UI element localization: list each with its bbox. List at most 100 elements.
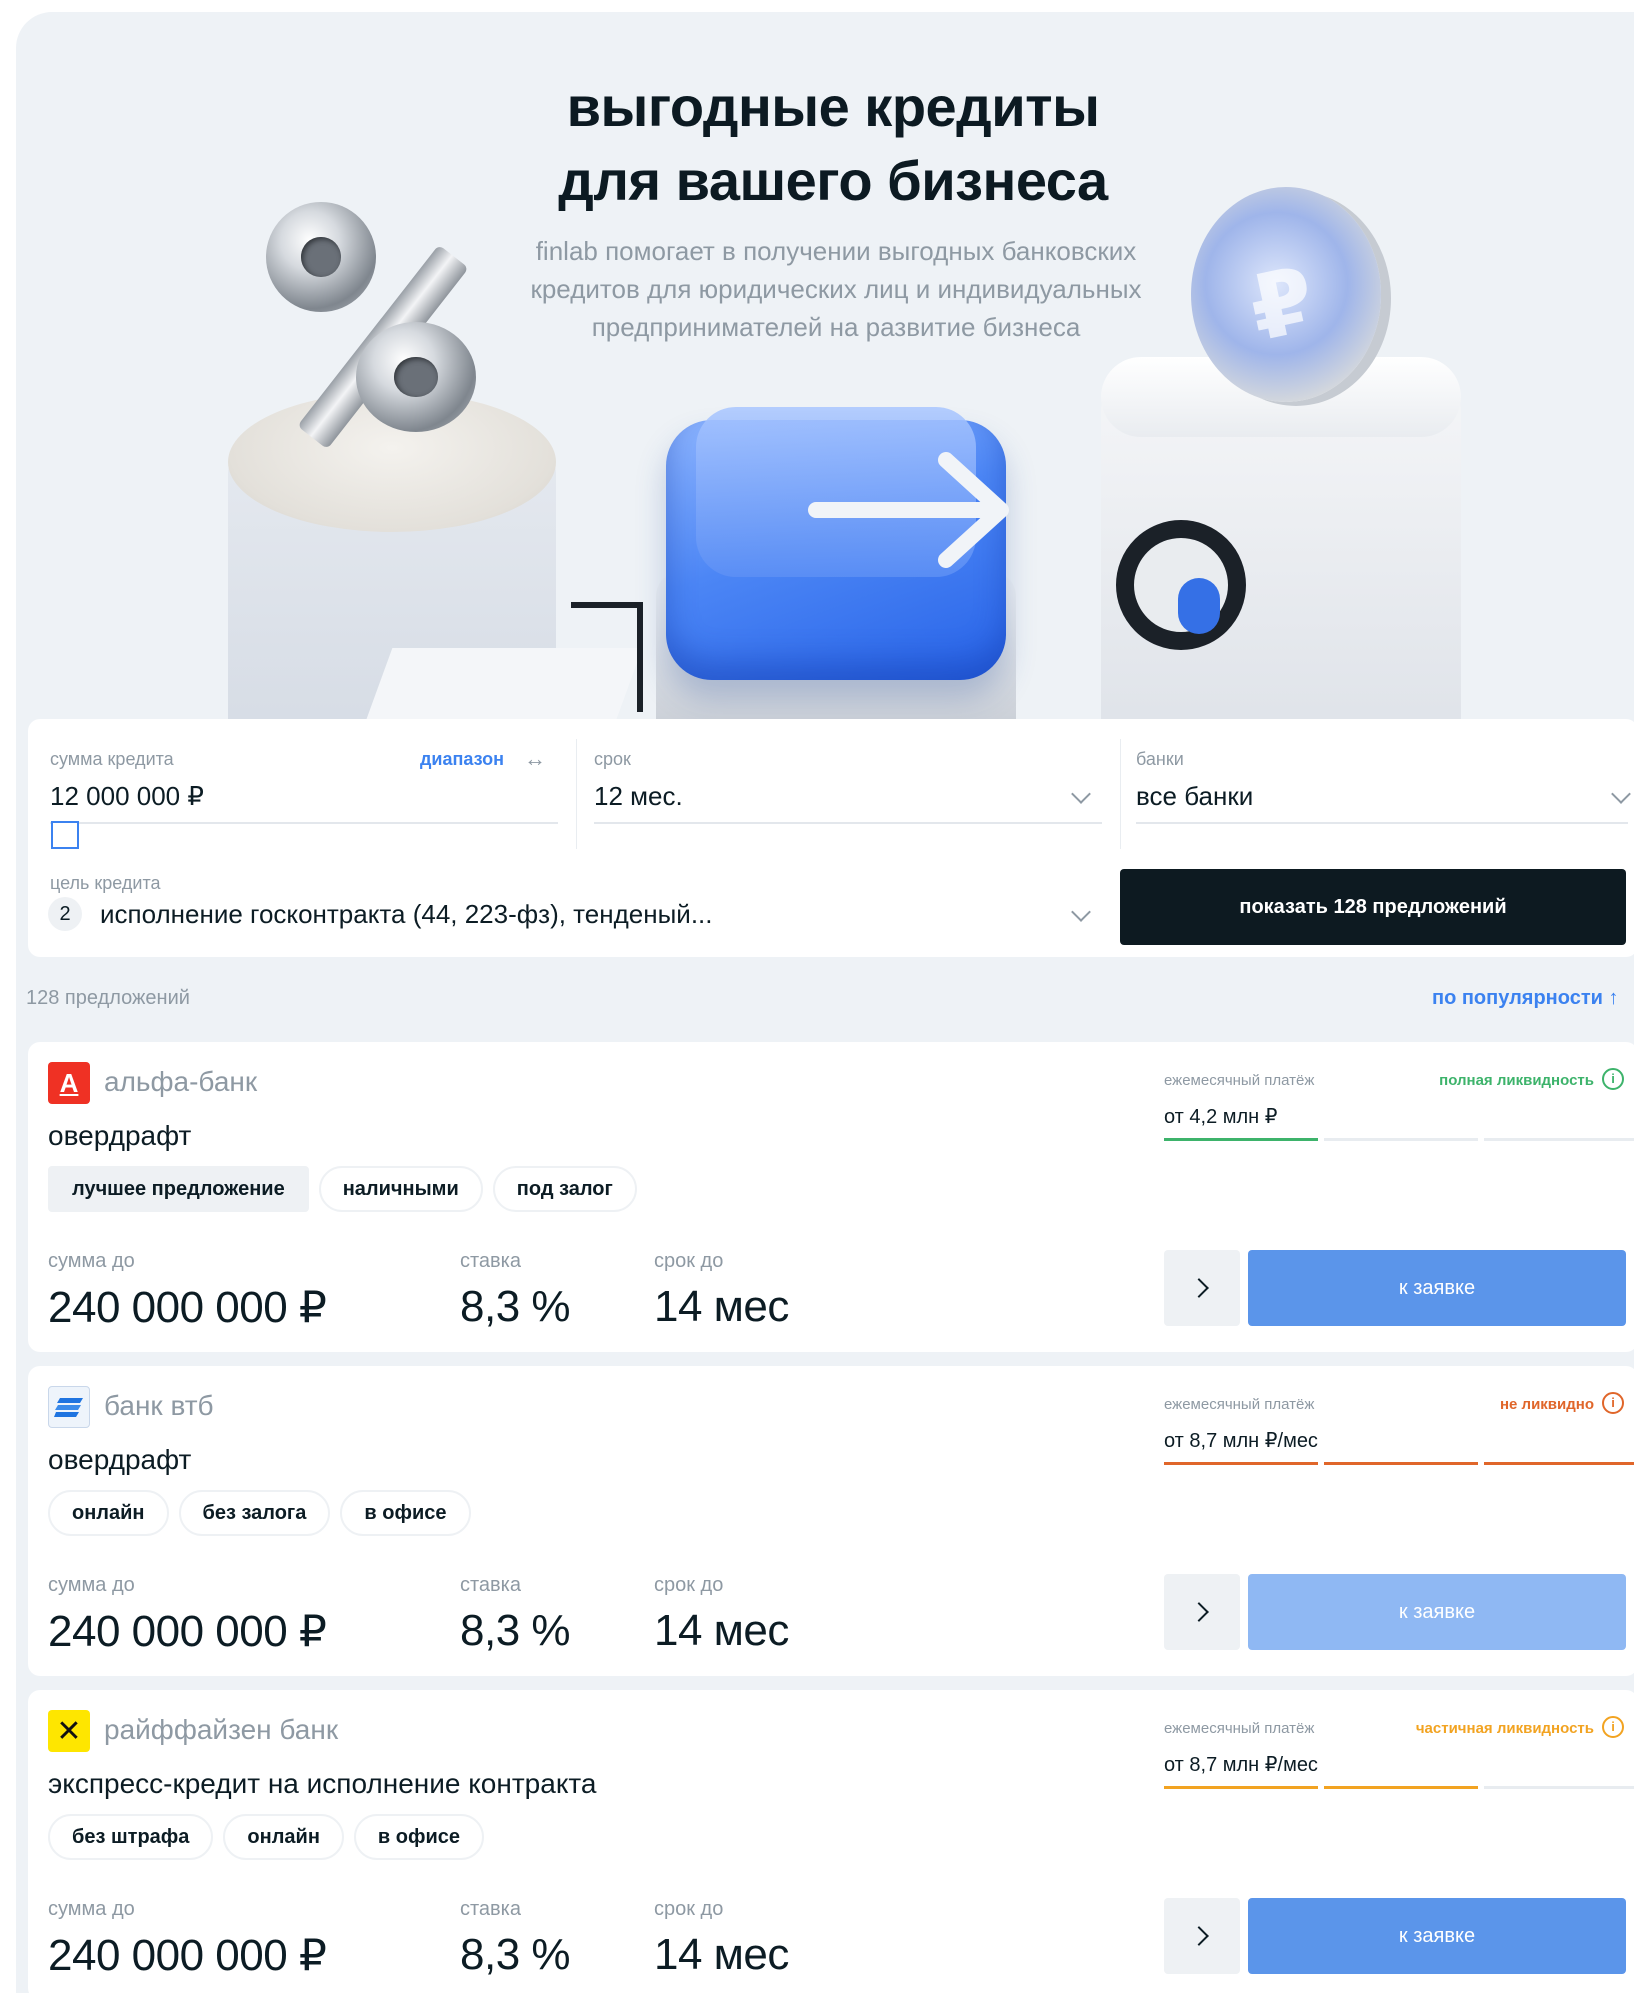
term-label: срок [594, 749, 631, 769]
rate-value: 8,3 % [460, 1930, 571, 1979]
tag-list: без штрафа онлайн в офисе [48, 1814, 485, 1860]
liquidity-bar-segment [1484, 1138, 1634, 1141]
term-label: срок до [654, 1898, 724, 1920]
raiffeisen-bank-logo-icon: ✕ [48, 1710, 90, 1752]
amount-label: сумма до [48, 1898, 135, 1920]
apply-button[interactable]: к заявке [1248, 1250, 1626, 1326]
apply-button[interactable]: к заявке [1248, 1898, 1626, 1974]
liquidity-bar-segment [1324, 1786, 1478, 1789]
toggle-knob-icon [1178, 578, 1220, 634]
apply-button[interactable]: к заявке [1248, 1574, 1626, 1650]
rate-value: 8,3 % [460, 1282, 571, 1331]
tag-chip: без штрафа [48, 1814, 214, 1860]
vtb-bank-logo-icon [48, 1386, 90, 1428]
banks-label: банки [1136, 749, 1184, 769]
rate-label: ставка [460, 1574, 521, 1596]
bank-name[interactable]: альфа-банк [104, 1066, 257, 1098]
info-icon[interactable]: i [1602, 1716, 1624, 1738]
monthly-payment-label: ежемесячный платёж [1164, 1720, 1315, 1737]
term-select[interactable]: 12 мес. [594, 781, 683, 812]
liquidity-status: полная ликвидность [1439, 1072, 1594, 1089]
chevron-down-icon[interactable] [1071, 902, 1091, 922]
banks-underline [1136, 822, 1628, 824]
liquidity-bar-segment [1164, 1462, 1318, 1465]
purpose-label: цель кредита [50, 873, 161, 893]
term-value: 14 мес [654, 1606, 789, 1655]
tag-list: лучшее предложение наличными под залог [48, 1166, 637, 1212]
arrow-right-icon [808, 452, 1009, 568]
chevron-down-icon[interactable] [1071, 784, 1091, 804]
amount-label: сумма до [48, 1250, 135, 1272]
divider [576, 739, 577, 849]
purpose-count-badge: 2 [48, 897, 82, 931]
amount-value: 240 000 000 ₽ [48, 1283, 327, 1332]
info-icon[interactable]: i [1602, 1392, 1624, 1414]
product-name[interactable]: экспресс-кредит на исполнение контракта [48, 1768, 596, 1800]
liquidity-bar-segment [1164, 1786, 1318, 1789]
amount-input[interactable]: 12 000 000 ₽ [50, 781, 204, 812]
amount-slider-track[interactable] [50, 822, 558, 824]
product-name[interactable]: овердрафт [48, 1444, 191, 1476]
bank-name[interactable]: райффайзен банк [104, 1714, 338, 1746]
hero-section: ₽ выгодные кредиты для вашего бизнеса fi… [16, 12, 1634, 719]
divider [1120, 739, 1121, 849]
rate-value: 8,3 % [460, 1606, 571, 1655]
tag-chip: онлайн [48, 1490, 169, 1536]
hero-illustration-line [571, 602, 643, 712]
details-button[interactable] [1164, 1250, 1240, 1326]
rate-label: ставка [460, 1250, 521, 1272]
term-underline [594, 822, 1102, 824]
details-button[interactable] [1164, 1574, 1240, 1650]
alfa-bank-logo-icon: А [48, 1062, 90, 1104]
amount-value: 240 000 000 ₽ [48, 1931, 327, 1980]
page-subtitle: finlab помогает в получении выгодных бан… [530, 236, 1142, 342]
tag-chip: в офисе [353, 1814, 485, 1860]
toggle-icon [1116, 520, 1246, 650]
range-arrows-icon[interactable]: ↔ [524, 746, 546, 772]
monthly-payment-label: ежемесячный платёж [1164, 1072, 1315, 1089]
filter-panel: сумма кредита диапазон ↔ 12 000 000 ₽ ср… [28, 719, 1634, 957]
banks-select[interactable]: все банки [1136, 781, 1253, 812]
monthly-payment-label: ежемесячный платёж [1164, 1396, 1315, 1413]
tag-list: онлайн без залога в офисе [48, 1490, 471, 1536]
product-name[interactable]: овердрафт [48, 1120, 191, 1152]
liquidity-status: не ликвидно [1499, 1396, 1594, 1413]
tag-chip: наличными [318, 1166, 483, 1212]
chevron-down-icon[interactable] [1611, 784, 1631, 804]
liquidity-bar-segment [1324, 1462, 1478, 1465]
monthly-payment-value: от 4,2 млн ₽ [1164, 1106, 1278, 1128]
range-toggle-link[interactable]: диапазон [420, 749, 504, 770]
purpose-select[interactable]: исполнение госконтракта (44, 223-фз), те… [100, 899, 713, 930]
term-label: срок до [654, 1574, 724, 1596]
results-count: 128 предложений [26, 987, 190, 1009]
info-icon[interactable]: i [1602, 1068, 1624, 1090]
tag-chip: под залог [492, 1166, 637, 1212]
liquidity-bar-segment [1484, 1462, 1634, 1465]
monthly-payment-value: от 8,7 млн ₽/мес [1164, 1754, 1318, 1776]
offer-card: банк втб овердрафт онлайн без залога в о… [28, 1366, 1634, 1676]
tag-chip: в офисе [340, 1490, 471, 1536]
amount-slider-handle[interactable] [51, 821, 79, 849]
bank-name[interactable]: банк втб [104, 1390, 214, 1422]
amount-value: 240 000 000 ₽ [48, 1607, 327, 1656]
term-value: 14 мес [654, 1930, 789, 1979]
amount-label: сумма кредита [50, 749, 174, 769]
liquidity-bar-segment [1324, 1138, 1478, 1141]
sort-popularity-link[interactable]: по популярности ↑ [1432, 987, 1618, 1010]
tag-chip: лучшее предложение [48, 1166, 309, 1212]
details-button[interactable] [1164, 1898, 1240, 1974]
amount-label: сумма до [48, 1574, 135, 1596]
liquidity-bar-segment [1484, 1786, 1634, 1789]
offer-card: ✕ райффайзен банк экспресс-кредит на исп… [28, 1690, 1634, 1993]
monthly-payment-value: от 8,7 млн ₽/мес [1164, 1430, 1318, 1452]
show-offers-button[interactable]: показать 128 предложений [1120, 869, 1626, 945]
term-label: срок до [654, 1250, 724, 1272]
rate-label: ставка [460, 1898, 521, 1920]
liquidity-bar-segment [1164, 1138, 1318, 1141]
page-title: выгодные кредиты для вашего бизнеса [558, 75, 1108, 212]
tag-chip: онлайн [223, 1814, 344, 1860]
tag-chip: без залога [178, 1490, 331, 1536]
offer-card: А альфа-банк овердрафт лучшее предложени… [28, 1042, 1634, 1352]
term-value: 14 мес [654, 1282, 789, 1331]
liquidity-status: частичная ликвидность [1415, 1720, 1594, 1737]
